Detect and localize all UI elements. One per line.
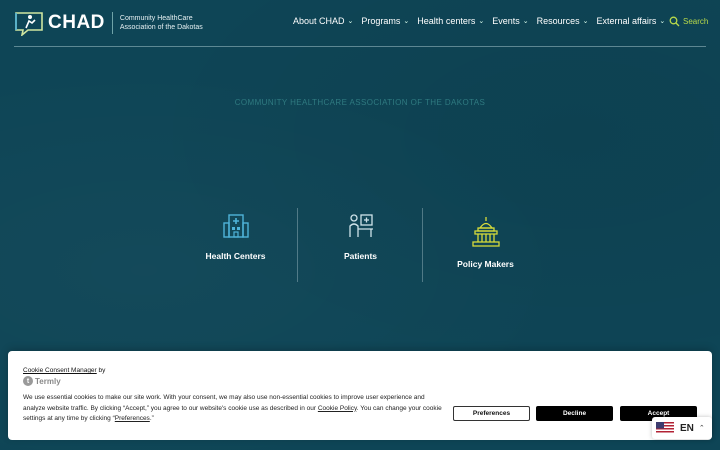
hospital-icon — [222, 214, 249, 238]
nav-item-health-centers[interactable]: Health centers ⌄ — [417, 16, 484, 26]
nav-item-programs[interactable]: Programs ⌄ — [361, 16, 409, 26]
chevron-down-icon: ⌄ — [522, 18, 529, 25]
language-selector[interactable]: EN ⌃ — [652, 417, 712, 439]
audience-card-label: Health Centers — [205, 251, 266, 261]
logo-tagline-line2: Association of the Dakotas — [119, 24, 203, 31]
nav-item-label: Programs — [361, 16, 401, 26]
nav-item-resources[interactable]: Resources ⌄ — [537, 16, 589, 26]
capitol-icon — [471, 217, 500, 247]
decline-button[interactable]: Decline — [536, 406, 613, 421]
nav-item-label: About CHAD — [293, 16, 345, 26]
nav-item-label: External affairs — [596, 16, 657, 26]
logo-wordmark: CHAD — [48, 12, 105, 33]
chevron-down-icon: ⌄ — [403, 18, 410, 25]
termly-logo[interactable]: t Termly — [23, 376, 61, 386]
site-header: CHAD Community HealthCare Association of… — [0, 0, 720, 46]
cookie-consent-title: Cookie Consent Manager by — [23, 367, 105, 374]
nav-item-label: Health centers — [417, 16, 476, 26]
termly-icon: t — [23, 376, 33, 386]
audience-card-health-centers[interactable]: Health Centers — [173, 212, 298, 261]
nav-item-events[interactable]: Events ⌄ — [492, 16, 528, 26]
search-button[interactable]: Search — [669, 16, 708, 27]
nav-item-label: Resources — [536, 16, 580, 26]
hero-kicker: COMMUNITY HEALTHCARE ASSOCIATION OF THE … — [234, 98, 486, 107]
cookie-consent-manager-link[interactable]: Cookie Consent Manager — [23, 367, 97, 374]
audience-card-label: Policy Makers — [457, 259, 514, 269]
patient-desk-icon — [348, 214, 373, 237]
logo-divider — [111, 12, 113, 34]
cookie-body-part3: .” — [149, 415, 154, 422]
search-icon — [669, 16, 680, 27]
audience-card-label: Patients — [343, 251, 378, 261]
search-label: Search — [683, 17, 709, 26]
termly-label: Termly — [35, 376, 61, 386]
chevron-down-icon: ⌄ — [478, 18, 485, 25]
preferences-button[interactable]: Preferences — [453, 406, 530, 421]
cookie-consent-text: We use essential cookies to make our sit… — [23, 393, 443, 425]
chevron-down-icon: ⌄ — [659, 18, 666, 25]
preferences-link[interactable]: Preferences — [115, 415, 150, 422]
logo-tagline-line1: Community HealthCare — [119, 15, 193, 22]
main-nav: About CHAD ⌄ Programs ⌄ Health centers ⌄… — [293, 16, 673, 26]
us-flag-icon — [656, 422, 674, 434]
audience-card-policy-makers[interactable]: Policy Makers — [423, 216, 548, 269]
logo-tagline: Community HealthCare Association of the … — [120, 14, 220, 32]
cookie-title-suffix: by — [96, 367, 106, 374]
chevron-down-icon: ⌄ — [582, 18, 589, 25]
chevron-down-icon: ⌄ — [347, 18, 354, 25]
header-divider — [14, 46, 706, 47]
logo-mark-icon — [14, 10, 46, 38]
nav-item-external-affairs[interactable]: External affairs ⌄ — [597, 16, 666, 26]
cookie-policy-link[interactable]: Cookie Policy — [318, 405, 357, 412]
audience-card-patients[interactable]: Patients — [298, 212, 423, 261]
cookie-consent-banner: Cookie Consent Manager by t Termly We us… — [8, 351, 712, 440]
language-code: EN — [680, 422, 694, 434]
nav-item-label: Events — [492, 16, 520, 26]
chevron-up-icon: ⌃ — [698, 425, 705, 432]
chad-logo[interactable]: CHAD Community HealthCare Association of… — [14, 10, 220, 38]
nav-item-about-chad[interactable]: About CHAD ⌄ — [293, 16, 353, 26]
